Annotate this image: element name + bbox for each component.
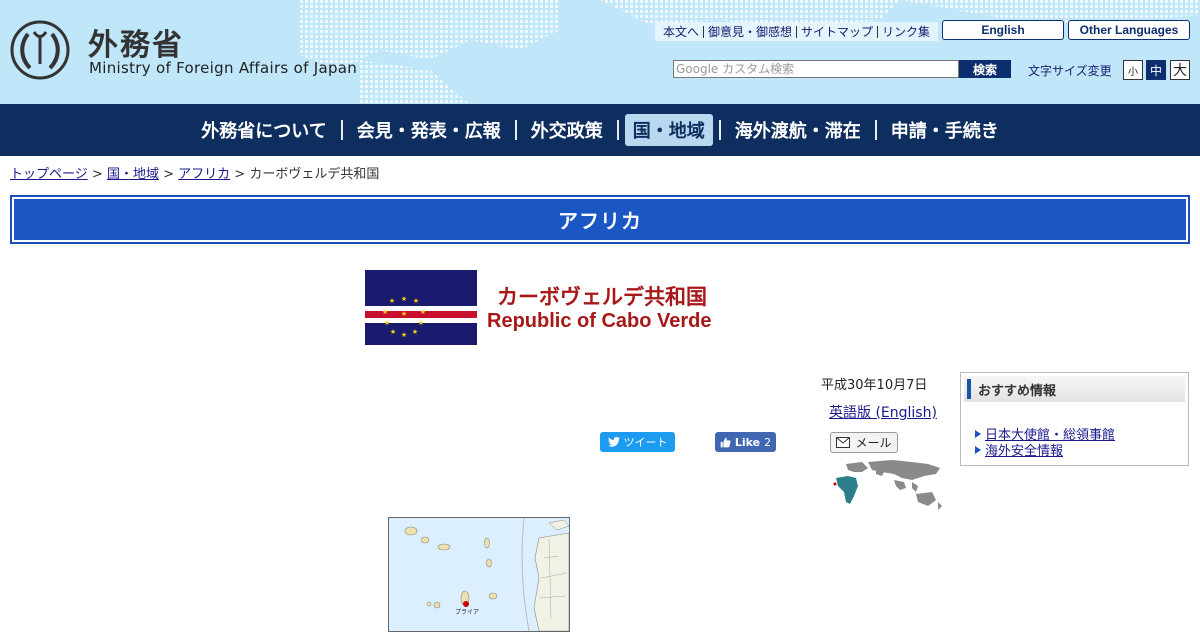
- recommended-info-box: おすすめ情報 日本大使館・総領事館 海外安全情報: [960, 372, 1189, 466]
- breadcrumb-separator: >: [163, 167, 174, 182]
- arrow-right-icon: [975, 429, 981, 438]
- breadcrumb-separator: >: [91, 167, 103, 182]
- country-name-japanese: カーボヴェルデ共和国: [497, 285, 707, 309]
- tweet-label: ツイート: [623, 436, 668, 449]
- link-skip-to-content[interactable]: 本文へ: [659, 25, 705, 38]
- recommended-info-title: おすすめ情報: [964, 376, 1185, 402]
- link-overseas-safety[interactable]: 海外安全情報: [975, 440, 1063, 459]
- nav-divider: [718, 120, 721, 140]
- svg-text:★: ★: [384, 319, 390, 327]
- thumbs-up-icon: [720, 437, 731, 447]
- region-header: アフリカ: [10, 195, 1190, 244]
- logo-english-text[interactable]: Ministry of Foreign Affairs of Japan: [89, 59, 357, 77]
- mofa-emblem-icon: [10, 20, 70, 80]
- svg-text:★: ★: [413, 297, 419, 305]
- country-map: プライア: [388, 517, 570, 632]
- nav-divider: [514, 120, 517, 140]
- mail-button[interactable]: メール: [830, 432, 898, 453]
- cabo-verde-flag-icon: ★ ★ ★ ★ ★ ★ ★ ★ ★ ★ ★: [365, 270, 477, 345]
- site-header: 外務省 Ministry of Foreign Affairs of Japan…: [0, 0, 1200, 104]
- svg-text:★: ★: [390, 328, 396, 336]
- breadcrumb-regions[interactable]: 国・地域: [107, 167, 159, 182]
- svg-text:★: ★: [418, 319, 424, 327]
- nav-item-press[interactable]: 会見・発表・広報: [349, 114, 509, 146]
- breadcrumb-separator: >: [234, 167, 246, 182]
- font-size-large-button[interactable]: 大: [1170, 60, 1190, 80]
- breadcrumb: トップページ > 国・地域 > アフリカ > カーボヴェルデ共和国: [10, 163, 379, 182]
- svg-text:★: ★: [401, 331, 407, 339]
- like-count: 2: [764, 435, 772, 449]
- link-links[interactable]: リンク集: [878, 26, 934, 38]
- search-placeholder: Google カスタム検索: [676, 62, 795, 76]
- envelope-icon: [836, 437, 851, 448]
- breadcrumb-current: カーボヴェルデ共和国: [249, 167, 380, 182]
- facebook-like-button[interactable]: Like 2: [715, 432, 776, 452]
- tweet-button[interactable]: ツイート: [600, 432, 675, 452]
- svg-text:★: ★: [382, 308, 388, 316]
- nav-divider: [874, 120, 877, 140]
- nav-item-about[interactable]: 外務省について: [193, 114, 334, 146]
- link-overseas-safety-label: 海外安全情報: [985, 444, 1064, 459]
- english-button[interactable]: English: [942, 20, 1064, 40]
- nav-divider: [616, 120, 619, 140]
- nav-item-travel[interactable]: 海外渡航・滞在: [727, 114, 869, 146]
- svg-text:★: ★: [412, 328, 418, 336]
- svg-text:★: ★: [389, 297, 395, 305]
- map-city-label: プライア: [455, 609, 479, 616]
- utility-links: 本文へ 御意見・御感想 サイトマップ リンク集: [655, 22, 939, 41]
- english-version-link[interactable]: 英語版 (English): [829, 402, 937, 422]
- svg-text:★: ★: [401, 295, 407, 303]
- nav-item-procedures[interactable]: 申請・手続き: [883, 114, 1007, 146]
- twitter-bird-icon: [607, 437, 620, 447]
- update-date: 平成30年10月7日: [821, 378, 928, 393]
- link-sitemap[interactable]: サイトマップ: [797, 25, 879, 38]
- cabo-verde-map-image: プライア: [389, 518, 569, 631]
- like-label: Like: [734, 435, 761, 449]
- breadcrumb-africa[interactable]: アフリカ: [178, 167, 230, 182]
- country-name-english: Republic of Cabo Verde: [487, 310, 712, 332]
- font-size-small-button[interactable]: 小: [1123, 60, 1143, 80]
- mail-label: メール: [855, 436, 892, 450]
- nav-item-policy[interactable]: 外交政策: [523, 114, 611, 146]
- font-size-label: 文字サイズ変更: [1028, 64, 1112, 78]
- search-button[interactable]: 検索: [959, 60, 1011, 78]
- global-nav: 外務省について 会見・発表・広報 外交政策 国・地域 海外渡航・滞在 申請・手続…: [0, 104, 1200, 156]
- arrow-right-icon: [975, 445, 981, 454]
- world-locator-map: [833, 460, 942, 510]
- logo-japanese-text[interactable]: 外務省: [88, 20, 184, 64]
- svg-text:★: ★: [401, 310, 407, 318]
- nav-item-regions[interactable]: 国・地域: [624, 114, 713, 146]
- breadcrumb-top[interactable]: トップページ: [10, 167, 88, 182]
- region-title: アフリカ: [14, 199, 1186, 240]
- svg-text:★: ★: [420, 308, 426, 316]
- other-languages-button[interactable]: Other Languages: [1068, 20, 1190, 40]
- search-input[interactable]: Google カスタム検索: [673, 60, 959, 78]
- nav-divider: [340, 120, 343, 140]
- link-feedback[interactable]: 御意見・御感想: [704, 25, 798, 38]
- font-size-medium-button[interactable]: 中: [1146, 60, 1166, 80]
